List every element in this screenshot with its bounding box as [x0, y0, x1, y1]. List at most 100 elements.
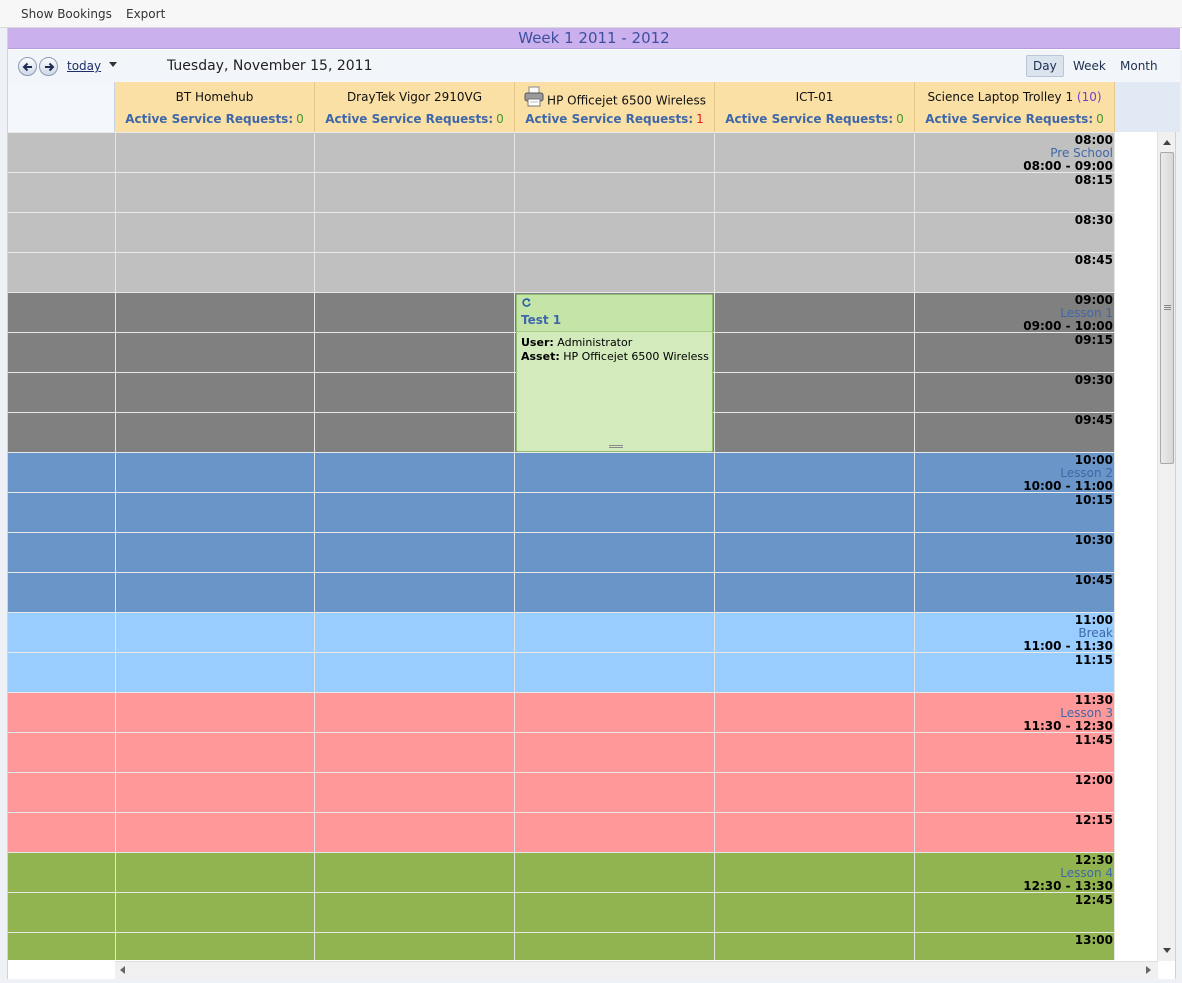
resource-name-wrap: HP Officejet 6500 Wireless	[515, 86, 714, 112]
service-requests-count: 1	[696, 112, 704, 126]
time-slot-row[interactable]	[115, 172, 1115, 212]
time-slot-row[interactable]	[115, 852, 1115, 892]
scroll-left-icon[interactable]	[120, 966, 125, 974]
service-requests-label: Active Service Requests:	[925, 112, 1094, 126]
time-slot-row[interactable]	[115, 732, 1115, 772]
vertical-scrollbar[interactable]	[1157, 132, 1175, 961]
gutter-line	[8, 412, 115, 413]
window-frame-right	[1175, 50, 1182, 983]
time-label: 11:30	[1074, 693, 1113, 707]
period-time-range: 11:00 - 11:30	[1023, 639, 1113, 653]
today-dropdown-icon[interactable]	[109, 62, 117, 67]
gutter-line	[8, 332, 115, 333]
scroll-up-icon[interactable]	[1163, 140, 1171, 145]
appointment-test-1[interactable]: Test 1 User: Administrator Asset: HP Off…	[516, 294, 713, 452]
time-label: 10:15	[1074, 493, 1113, 507]
time-gutter	[8, 852, 115, 960]
user-value: Administrator	[557, 336, 633, 349]
period-band: 10:00 Lesson 2 10:00 - 11:00 10:15 10:30 10:4…	[8, 452, 1115, 612]
service-requests-count: 0	[296, 112, 304, 126]
grip-icon	[1164, 305, 1171, 306]
user-label: User:	[521, 336, 554, 349]
arrow-left-icon	[22, 62, 32, 72]
period-time-range: 10:00 - 11:00	[1023, 479, 1113, 493]
resize-grip[interactable]	[609, 445, 623, 448]
gutter-line	[8, 532, 115, 533]
period-name: Lesson 2	[1060, 466, 1113, 480]
resource-header-bt-homehub[interactable]: BT Homehub Active Service Requests: 0	[115, 82, 315, 132]
time-label: 11:45	[1074, 733, 1113, 747]
resource-header-draytek[interactable]: DrayTek Vigor 2910VG Active Service Requ…	[315, 82, 515, 132]
column-divider	[115, 132, 116, 960]
month-view-button[interactable]: Month	[1114, 55, 1164, 77]
resource-name: DrayTek Vigor 2910VG	[346, 90, 483, 104]
service-requests-count: 0	[496, 112, 504, 126]
period-band: 12:30 Lesson 4 12:30 - 13:30 12:45 13:00	[8, 852, 1115, 960]
time-grid: 08:00 Pre School 08:00 - 09:00 08:15 08:30 08…	[8, 132, 1115, 960]
scroll-right-icon[interactable]	[1146, 966, 1151, 974]
day-view-button[interactable]: Day	[1026, 55, 1064, 77]
show-bookings-menu[interactable]: Show Bookings	[21, 7, 112, 21]
service-requests[interactable]: Active Service Requests: 0	[115, 112, 314, 126]
time-slot-row[interactable]	[115, 452, 1115, 492]
today-link[interactable]: today	[67, 59, 101, 73]
export-menu[interactable]: Export	[126, 7, 165, 21]
service-requests-label: Active Service Requests:	[525, 112, 694, 126]
window-frame-left	[0, 28, 8, 983]
scroll-down-icon[interactable]	[1163, 948, 1171, 953]
time-slot-row[interactable]	[115, 572, 1115, 612]
time-slot-row[interactable]	[115, 652, 1115, 692]
service-requests[interactable]: Active Service Requests: 0	[715, 112, 914, 126]
asset-value: HP Officejet 6500 Wireless	[563, 350, 709, 363]
gutter-line	[8, 772, 115, 773]
vertical-scroll-thumb[interactable]	[1160, 152, 1174, 464]
resource-quantity: (10)	[1076, 90, 1102, 104]
resource-name: ICT-01	[795, 90, 834, 104]
gutter-line	[8, 612, 115, 613]
printer-icon	[524, 86, 544, 107]
current-date: Tuesday, November 15, 2011	[167, 58, 373, 74]
period-name: Lesson 4	[1060, 866, 1113, 880]
horizontal-scrollbar[interactable]	[115, 961, 1158, 979]
resource-header-science-laptop-trolley[interactable]: Science Laptop Trolley 1 (10) Active Ser…	[915, 82, 1115, 132]
gutter-line	[8, 492, 115, 493]
period-time-range: 08:00 - 09:00	[1023, 159, 1113, 173]
column-divider	[914, 132, 915, 960]
time-label: 11:00	[1074, 613, 1113, 627]
previous-day-button[interactable]	[18, 57, 37, 76]
time-slot-row[interactable]	[115, 692, 1115, 732]
appointment-header: Test 1	[517, 295, 712, 332]
next-day-button[interactable]	[39, 57, 58, 76]
time-label: 09:45	[1074, 413, 1113, 427]
service-requests[interactable]: Active Service Requests: 1	[515, 112, 714, 126]
time-slot-row[interactable]	[115, 892, 1115, 932]
header-filler	[1115, 82, 1180, 132]
time-slot-row[interactable]	[115, 772, 1115, 812]
time-slot-row[interactable]	[115, 212, 1115, 252]
resource-header-ict-01[interactable]: ICT-01 Active Service Requests: 0	[715, 82, 915, 132]
time-slot-row[interactable]	[115, 812, 1115, 852]
time-label: 08:15	[1074, 173, 1113, 187]
time-label: 12:30	[1074, 853, 1113, 867]
time-slot-row[interactable]	[115, 532, 1115, 572]
service-requests[interactable]: Active Service Requests: 0	[915, 112, 1114, 126]
time-slot-row[interactable]	[115, 252, 1115, 292]
time-slot-row[interactable]	[115, 932, 1115, 960]
time-slot-row[interactable]	[115, 612, 1115, 652]
time-slot-row[interactable]	[115, 132, 1115, 172]
resource-header-hp-officejet[interactable]: HP Officejet 6500 Wireless Active Servic…	[515, 82, 715, 132]
time-label: 09:15	[1074, 333, 1113, 347]
period-band: 11:30 Lesson 3 11:30 - 12:30 11:45 12:00 12:1…	[8, 692, 1115, 852]
menu-bar: Show Bookings Export	[0, 0, 1182, 28]
time-label: 08:30	[1074, 213, 1113, 227]
time-label: 10:30	[1074, 533, 1113, 547]
week-view-button[interactable]: Week	[1067, 55, 1112, 77]
time-slot-row[interactable]	[115, 492, 1115, 532]
time-label: 09:00	[1074, 293, 1113, 307]
period-band: 08:00 Pre School 08:00 - 09:00 08:15 08:30 08…	[8, 132, 1115, 292]
time-label: 11:15	[1074, 653, 1113, 667]
service-requests-label: Active Service Requests:	[325, 112, 494, 126]
period-name: Break	[1078, 626, 1113, 640]
service-requests[interactable]: Active Service Requests: 0	[315, 112, 514, 126]
period-time-range: 09:00 - 10:00	[1023, 319, 1113, 333]
